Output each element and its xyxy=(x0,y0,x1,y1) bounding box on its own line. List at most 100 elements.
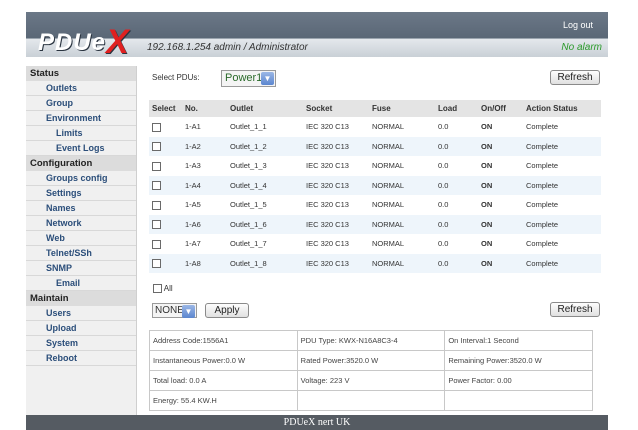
refresh-button-bottom[interactable]: Refresh xyxy=(550,302,600,317)
outlet-checkbox[interactable] xyxy=(152,220,161,229)
chevron-down-icon[interactable]: ▼ xyxy=(261,72,274,85)
action-select[interactable]: NONE ▼ xyxy=(152,303,197,318)
col-action-status: Action Status xyxy=(523,100,601,117)
outlet-checkbox[interactable] xyxy=(152,259,161,268)
outlet-load: 0.0 xyxy=(435,214,478,234)
outlet-fuse: NORMAL xyxy=(369,195,435,215)
outlet-state: ON xyxy=(478,195,523,215)
logout-link[interactable]: Log out xyxy=(563,20,593,30)
table-row: 1-A5 Outlet_1_5 IEC 320 C13 NORMAL 0.0 O… xyxy=(149,195,601,215)
outlet-load: 0.0 xyxy=(435,156,478,176)
sidebar-item-users[interactable]: Users xyxy=(26,306,136,321)
sidebar-item-outlets[interactable]: Outlets xyxy=(26,81,136,96)
pdu-info-table: Address Code:1556A1 PDU Type: KWX-N16A8C… xyxy=(149,330,593,411)
outlet-no: 1-A1 xyxy=(182,117,227,137)
power-factor: Power Factor: 0.00 xyxy=(444,370,593,391)
alarm-status: No alarm xyxy=(561,42,602,53)
outlet-checkbox[interactable] xyxy=(152,181,161,190)
outlet-checkbox[interactable] xyxy=(152,200,161,210)
outlet-fuse: NORMAL xyxy=(369,175,435,195)
outlets-table: Select No. Outlet Socket Fuse Load On/Of… xyxy=(149,100,601,273)
on-interval: On Interval:1 Second xyxy=(444,330,593,351)
select-all-checkbox[interactable] xyxy=(153,284,162,294)
total-load: Total load: 0.0 A xyxy=(149,370,298,391)
outlet-socket: IEC 320 C13 xyxy=(303,253,369,273)
sidebar-item-environment[interactable]: Environment xyxy=(26,111,136,126)
info-row: Address Code:1556A1 PDU Type: KWX-N16A8C… xyxy=(149,330,593,351)
sidebar-item-email[interactable]: Email xyxy=(26,276,136,291)
table-row: 1-A1 Outlet_1_1 IEC 320 C13 NORMAL 0.0 O… xyxy=(149,117,601,137)
outlet-state: ON xyxy=(478,156,523,176)
sidebar-item-reboot[interactable]: Reboot xyxy=(26,351,136,366)
pdu-select-value: Power1 xyxy=(225,72,263,84)
outlet-checkbox[interactable] xyxy=(152,142,161,151)
outlet-checkbox[interactable] xyxy=(152,161,161,171)
outlet-name: Outlet_1_6 xyxy=(227,214,303,234)
table-header-row: Select No. Outlet Socket Fuse Load On/Of… xyxy=(149,100,601,117)
outlet-socket: IEC 320 C13 xyxy=(303,175,369,195)
outlet-action-status: Complete xyxy=(523,195,601,215)
outlet-state: ON xyxy=(478,175,523,195)
outlet-name: Outlet_1_7 xyxy=(227,234,303,254)
sidebar-item-names[interactable]: Names xyxy=(26,201,136,216)
outlet-action-status: Complete xyxy=(523,253,601,273)
col-load: Load xyxy=(435,100,478,117)
outlet-socket: IEC 320 C13 xyxy=(303,214,369,234)
info-empty-cell xyxy=(444,390,593,411)
outlet-state: ON xyxy=(478,214,523,234)
sidebar-item-system[interactable]: System xyxy=(26,336,136,351)
col-fuse: Fuse xyxy=(369,100,435,117)
sidebar-item-network[interactable]: Network xyxy=(26,216,136,231)
outlet-action-status: Complete xyxy=(523,117,601,137)
chevron-down-icon[interactable]: ▼ xyxy=(182,305,195,318)
outlet-fuse: NORMAL xyxy=(369,214,435,234)
outlet-name: Outlet_1_3 xyxy=(227,156,303,176)
outlet-action-status: Complete xyxy=(523,175,601,195)
outlet-no: 1-A5 xyxy=(182,195,227,215)
outlet-state: ON xyxy=(478,136,523,156)
outlet-checkbox[interactable] xyxy=(152,239,161,249)
outlet-no: 1-A3 xyxy=(182,156,227,176)
sidebar-section-configuration: Configuration xyxy=(26,156,136,171)
sidebar-item-snmp[interactable]: SNMP xyxy=(26,261,136,276)
logo: PDUeX xyxy=(38,23,130,61)
outlet-socket: IEC 320 C13 xyxy=(303,136,369,156)
sidebar-item-web[interactable]: Web xyxy=(26,231,136,246)
voltage: Voltage: 223 V xyxy=(296,370,446,391)
outlet-socket: IEC 320 C13 xyxy=(303,156,369,176)
sidebar-item-limits[interactable]: Limits xyxy=(26,126,136,141)
energy: Energy: 55.4 KW.H xyxy=(149,390,298,411)
outlet-name: Outlet_1_4 xyxy=(227,175,303,195)
sidebar: Status Outlets Group Environment Limits … xyxy=(26,66,137,430)
sidebar-item-group[interactable]: Group xyxy=(26,96,136,111)
info-empty-cell xyxy=(296,390,446,411)
outlet-load: 0.0 xyxy=(435,136,478,156)
table-row: 1-A6 Outlet_1_6 IEC 320 C13 NORMAL 0.0 O… xyxy=(149,214,601,234)
ip-user-info: 192.168.1.254 admin / Administrator xyxy=(147,42,308,53)
outlet-fuse: NORMAL xyxy=(369,136,435,156)
table-row: 1-A4 Outlet_1_4 IEC 320 C13 NORMAL 0.0 O… xyxy=(149,175,601,195)
apply-button[interactable]: Apply xyxy=(205,303,249,318)
refresh-button-top[interactable]: Refresh xyxy=(550,70,600,85)
outlet-socket: IEC 320 C13 xyxy=(303,195,369,215)
pdu-select[interactable]: Power1 ▼ xyxy=(221,70,276,87)
sidebar-item-event-logs[interactable]: Event Logs xyxy=(26,141,136,156)
sidebar-section-maintain: Maintain xyxy=(26,291,136,306)
outlet-load: 0.0 xyxy=(435,195,478,215)
col-socket: Socket xyxy=(303,100,369,117)
outlet-name: Outlet_1_8 xyxy=(227,253,303,273)
outlet-load: 0.0 xyxy=(435,253,478,273)
outlet-load: 0.0 xyxy=(435,234,478,254)
sidebar-item-groups-config[interactable]: Groups config xyxy=(26,171,136,186)
outlet-action-status: Complete xyxy=(523,214,601,234)
sidebar-item-upload[interactable]: Upload xyxy=(26,321,136,336)
col-no: No. xyxy=(182,100,227,117)
outlet-checkbox[interactable] xyxy=(152,122,161,132)
address-code: Address Code:1556A1 xyxy=(149,330,298,351)
action-select-value: NONE xyxy=(155,305,184,316)
outlet-action-status: Complete xyxy=(523,136,601,156)
outlet-action-status: Complete xyxy=(523,156,601,176)
outlet-fuse: NORMAL xyxy=(369,234,435,254)
sidebar-item-settings[interactable]: Settings xyxy=(26,186,136,201)
sidebar-item-telnet-ssh[interactable]: Telnet/SSh xyxy=(26,246,136,261)
